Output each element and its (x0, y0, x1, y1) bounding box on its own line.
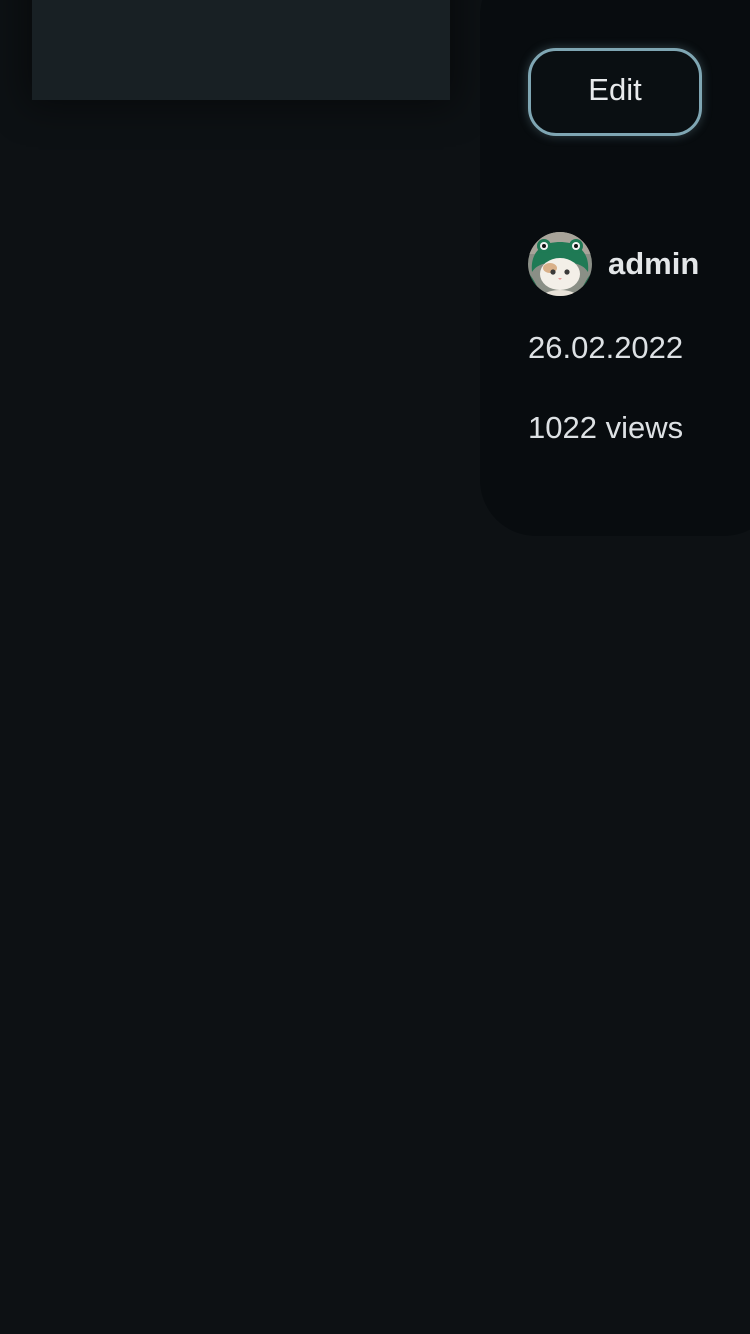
author-row[interactable]: admin (528, 232, 699, 296)
author-name[interactable]: admin (608, 246, 699, 282)
post-image-card (32, 0, 450, 100)
view-count: 1022 views (528, 410, 684, 445)
edit-button[interactable]: Edit (528, 48, 702, 136)
post-page: Edit admin 26.02.2022 1022 views (0, 0, 750, 1334)
post-date: 26.02.2022 (528, 330, 684, 365)
avatar[interactable] (528, 232, 592, 296)
